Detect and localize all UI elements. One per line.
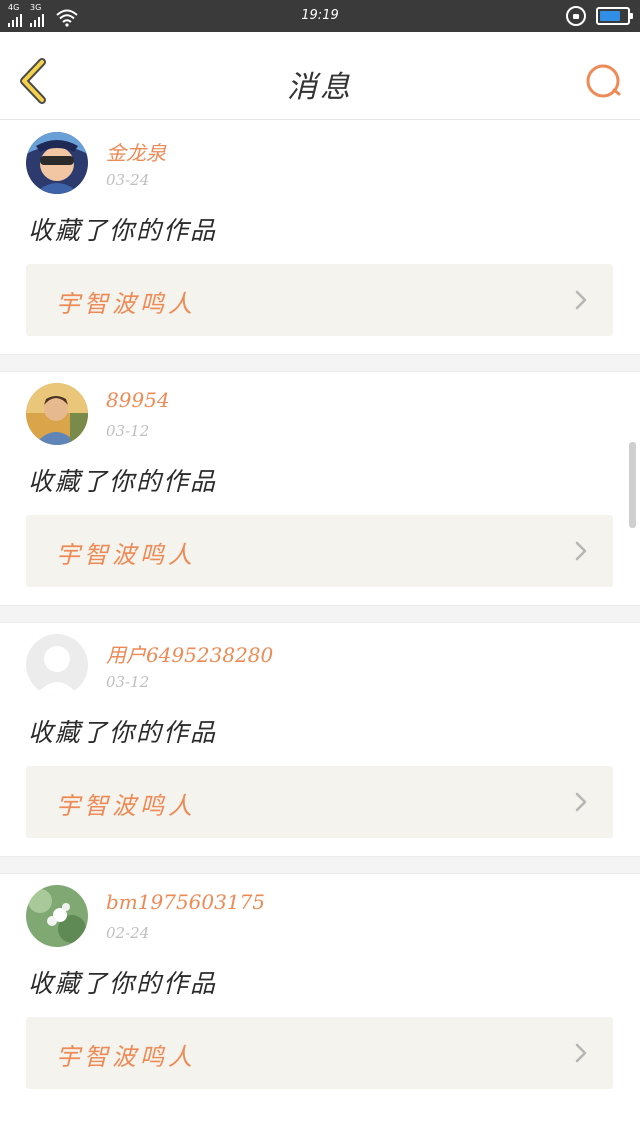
message-date: 03-12 (106, 422, 150, 440)
scrollbar[interactable] (629, 442, 636, 528)
chevron-right-icon (575, 792, 587, 812)
message-item: bm1975603175 02-24 收藏了你的作品 宇智波鸣人 (0, 874, 640, 1107)
status-right (566, 6, 633, 26)
chevron-right-icon (575, 1043, 587, 1063)
work-title: 宇智波鸣人 (56, 792, 196, 820)
work-link[interactable]: 宇智波鸣人 (26, 515, 613, 587)
chevron-right-icon (575, 541, 587, 561)
app-header: 消息 (0, 32, 640, 120)
message-text: 收藏了你的作品 (28, 467, 218, 496)
status-bar: 4G 3G 19:19 (0, 0, 640, 32)
username[interactable]: bm1975603175 (106, 890, 265, 914)
avatar[interactable] (26, 634, 88, 696)
avatar[interactable] (26, 132, 88, 194)
work-title: 宇智波鸣人 (56, 1043, 196, 1071)
work-link[interactable]: 宇智波鸣人 (26, 766, 613, 838)
divider (0, 354, 640, 372)
message-date: 03-12 (106, 673, 150, 691)
message-text: 收藏了你的作品 (28, 216, 218, 245)
work-link[interactable]: 宇智波鸣人 (26, 264, 613, 336)
message-date: 02-24 (106, 924, 150, 942)
message-text: 收藏了你的作品 (28, 718, 218, 747)
work-link[interactable]: 宇智波鸣人 (26, 1017, 613, 1089)
message-item: 89954 03-12 收藏了你的作品 宇智波鸣人 (0, 372, 640, 605)
divider (0, 605, 640, 623)
battery-fill (600, 11, 620, 21)
divider (0, 856, 640, 874)
avatar[interactable] (26, 383, 88, 445)
clock: 19:19 (301, 8, 339, 23)
rotation-lock-icon (566, 6, 586, 26)
avatar[interactable] (26, 885, 88, 947)
message-text: 收藏了你的作品 (28, 969, 218, 998)
page-title: 消息 (287, 70, 353, 105)
work-title: 宇智波鸣人 (56, 541, 196, 569)
work-title: 宇智波鸣人 (56, 290, 196, 318)
chevron-right-icon (575, 290, 587, 310)
battery-icon (596, 7, 633, 25)
username[interactable]: 用户6495238280 (106, 639, 273, 668)
username[interactable]: 89954 (106, 388, 170, 412)
message-item: 用户6495238280 03-12 收藏了你的作品 宇智波鸣人 (0, 623, 640, 856)
message-date: 03-24 (106, 171, 150, 189)
search-button[interactable] (584, 62, 624, 102)
message-item: 金龙泉 03-24 收藏了你的作品 宇智波鸣人 (0, 121, 640, 354)
username[interactable]: 金龙泉 (106, 137, 166, 166)
message-list: 金龙泉 03-24 收藏了你的作品 宇智波鸣人 89954 03-12 收藏了你… (0, 121, 640, 1107)
